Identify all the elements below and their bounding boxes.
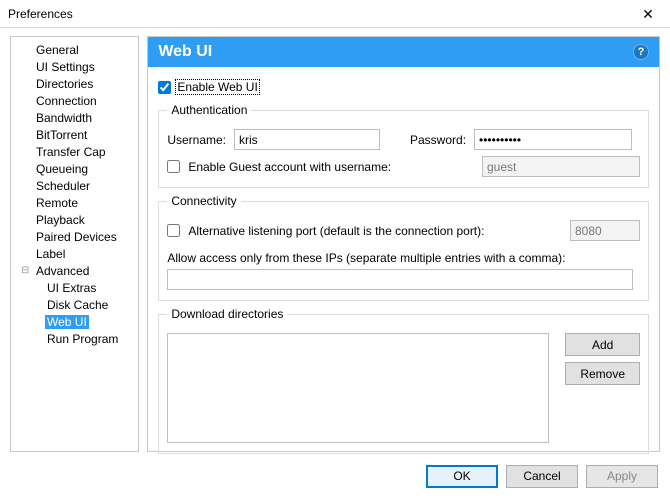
- auth-legend: Authentication: [167, 103, 251, 117]
- help-icon[interactable]: ?: [633, 44, 649, 60]
- dialog-body: General UI Settings Directories Connecti…: [0, 28, 670, 452]
- tree-item-run-program[interactable]: Run Program: [15, 330, 138, 347]
- tree-item-label[interactable]: Label: [15, 245, 138, 262]
- collapse-icon[interactable]: ⊟: [21, 265, 32, 276]
- guest-checkbox[interactable]: [167, 160, 180, 173]
- apply-button[interactable]: Apply: [586, 465, 658, 488]
- tree-item-bandwidth[interactable]: Bandwidth: [15, 109, 138, 126]
- tree-item-queueing[interactable]: Queueing: [15, 160, 138, 177]
- altport-input: [570, 220, 640, 241]
- titlebar: Preferences ✕: [0, 0, 670, 28]
- tree-item-general[interactable]: General: [15, 41, 138, 58]
- auth-group: Authentication Username: Password: Enabl…: [158, 103, 649, 188]
- restrict-label: Allow access only from these IPs (separa…: [167, 251, 565, 265]
- close-button[interactable]: ✕: [626, 0, 670, 28]
- download-dirs-group: Download directories Add Remove: [158, 307, 649, 454]
- password-label: Password:: [410, 133, 466, 147]
- tree-item-connection[interactable]: Connection: [15, 92, 138, 109]
- altport-checkbox[interactable]: [167, 224, 180, 237]
- ok-button[interactable]: OK: [426, 465, 498, 488]
- tree-item-remote[interactable]: Remote: [15, 194, 138, 211]
- enable-webui-line[interactable]: Enable Web UI: [158, 79, 649, 95]
- tree-item-disk-cache[interactable]: Disk Cache: [15, 296, 138, 313]
- tree-item-bittorrent[interactable]: BitTorrent: [15, 126, 138, 143]
- tree-item-playback[interactable]: Playback: [15, 211, 138, 228]
- settings-panel: Web UI ? Enable Web UI Authentication Us…: [147, 36, 660, 452]
- download-dirs-list[interactable]: [167, 333, 549, 443]
- altport-label: Alternative listening port (default is t…: [188, 224, 484, 238]
- guest-label: Enable Guest account with username:: [188, 160, 391, 174]
- enable-webui-label: Enable Web UI: [175, 79, 260, 95]
- category-tree[interactable]: General UI Settings Directories Connecti…: [10, 36, 139, 452]
- add-button[interactable]: Add: [565, 333, 640, 356]
- panel-title: Web UI: [158, 43, 212, 61]
- panel-header: Web UI ?: [148, 37, 659, 67]
- window-title: Preferences: [8, 7, 73, 21]
- username-input[interactable]: [234, 129, 380, 150]
- tree-item-transfer-cap[interactable]: Transfer Cap: [15, 143, 138, 160]
- enable-webui-checkbox[interactable]: [158, 81, 171, 94]
- guest-username-input: [482, 156, 640, 177]
- username-label: Username:: [167, 133, 226, 147]
- remove-button[interactable]: Remove: [565, 362, 640, 385]
- cancel-button[interactable]: Cancel: [506, 465, 578, 488]
- tree-item-web-ui[interactable]: Web UI: [15, 313, 138, 330]
- download-dirs-legend: Download directories: [167, 307, 287, 321]
- tree-item-directories[interactable]: Directories: [15, 75, 138, 92]
- tree-item-scheduler[interactable]: Scheduler: [15, 177, 138, 194]
- connectivity-group: Connectivity Alternative listening port …: [158, 194, 649, 301]
- connectivity-legend: Connectivity: [167, 194, 240, 208]
- tree-item-advanced[interactable]: ⊟Advanced: [15, 262, 138, 279]
- tree-item-paired-devices[interactable]: Paired Devices: [15, 228, 138, 245]
- tree-item-ui-extras[interactable]: UI Extras: [15, 279, 138, 296]
- close-icon: ✕: [642, 7, 654, 21]
- tree-item-ui-settings[interactable]: UI Settings: [15, 58, 138, 75]
- password-input[interactable]: [474, 129, 632, 150]
- restrict-ips-input[interactable]: [167, 269, 633, 290]
